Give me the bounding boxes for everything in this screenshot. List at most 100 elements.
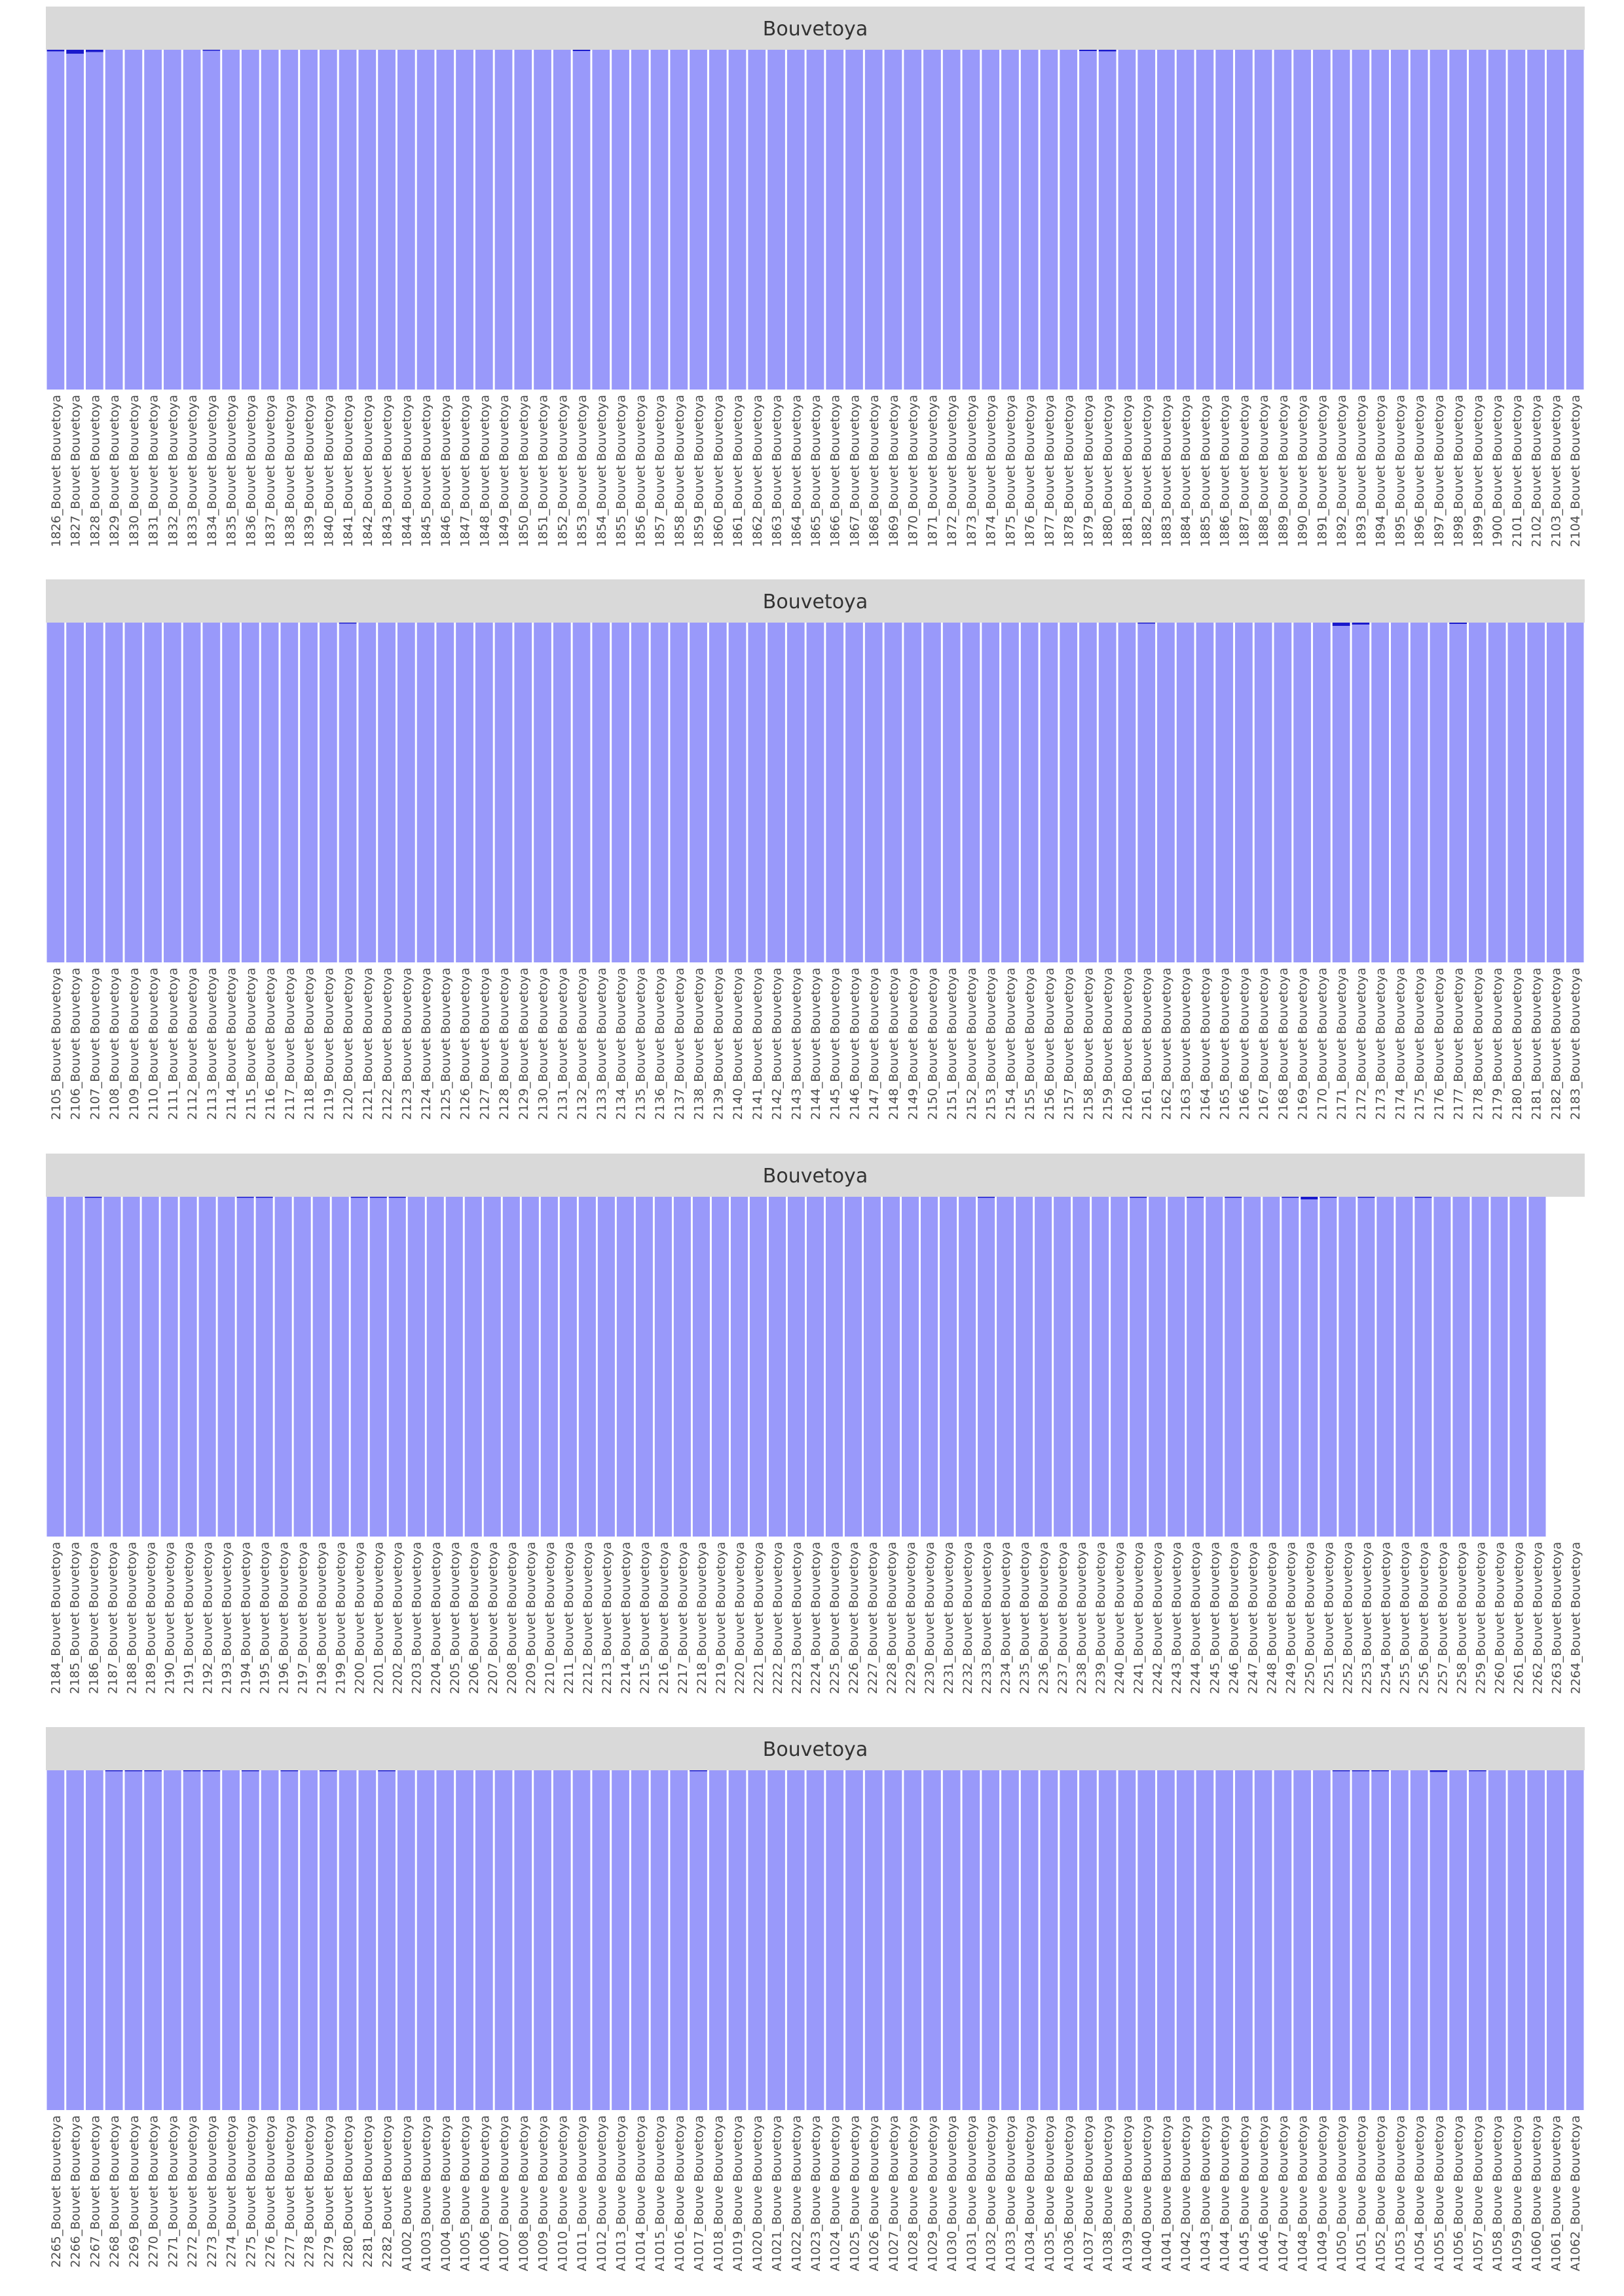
x-tick-label: 2161_Bouvet Bouvetoya (1140, 968, 1154, 1120)
bar-segment-minor (1469, 1770, 1486, 1772)
x-tick-label: 2137_Bouvet Bouvetoya (673, 968, 687, 1120)
bar-segment-major (274, 1197, 292, 1537)
x-tick-label: 2209_Bouvet Bouvetoya (524, 1542, 538, 1694)
x-tick-label: 2177_Bouvet Bouvetoya (1452, 968, 1466, 1120)
bar-segment-minor (319, 1770, 337, 1772)
bar-segment-major (982, 50, 1000, 390)
x-tick-label: 2185_Bouvet Bouvetoya (68, 1542, 83, 1694)
bar-segment-major (1176, 623, 1194, 962)
bar-segment-major (46, 51, 65, 390)
bar-segment-major (1293, 623, 1312, 962)
bar-segment-minor (690, 1770, 707, 1772)
bar-segment-major (902, 1197, 919, 1537)
bar-segment-major (183, 50, 201, 390)
bar-segment-major (767, 1770, 785, 2110)
x-tick-label: 2135_Bouvet Bouvetoya (633, 968, 648, 1120)
x-tick-label: 2201_Bouvet Bouvetoya (372, 1542, 386, 1694)
x-tick-label: 2226_Bouvet Bouvetoya (847, 1542, 861, 1694)
x-tick-label: 2110_Bouvet Bouvetoya (147, 968, 161, 1120)
bar-segment-major (997, 1197, 1014, 1537)
x-tick-label: 1891_Bouvet Bouvetoya (1315, 395, 1329, 547)
bar-segment-major (494, 50, 513, 390)
x-tick-label: 1843_Bouvet Bouvetoya (380, 395, 395, 547)
x-tick-label: 1836_Bouvet Bouvetoya (244, 395, 258, 547)
x-tick-label: 2175_Bouvet Bouvetoya (1412, 968, 1427, 1120)
x-tick-label: 2269_Bouvet Bouvetoya (127, 2115, 141, 2268)
x-tick-label: 1851_Bouvet Bouvetoya (536, 395, 551, 547)
bar-segment-minor (1352, 623, 1370, 625)
bar-segment-major (1157, 623, 1175, 962)
bar-segment-major (730, 1197, 748, 1537)
bar-segment-major (982, 623, 1000, 962)
bar-segment-major (845, 50, 863, 390)
bar-segment-major (1376, 1197, 1394, 1537)
bar-segment-major (163, 623, 181, 962)
bar-segment-major (1371, 1771, 1390, 2110)
bar-segment-major (1079, 1770, 1097, 2110)
x-tick-label: 2181_Bouvet Bouvetoya (1530, 968, 1544, 1120)
bar-segment-major (709, 1770, 727, 2110)
bar-segment-major (904, 50, 922, 390)
x-tick-label: A1027_Bouve Bouvetoya (887, 2115, 901, 2271)
x-tick-label: 1890_Bouvet Bouvetoya (1296, 395, 1310, 547)
bar-segment-major (426, 1197, 444, 1537)
x-tick-label: A1051_Bouve Bouvetoya (1354, 2115, 1369, 2271)
bar-segment-major (46, 623, 65, 962)
bar-segment-major (1235, 623, 1253, 962)
bar-segment-major (1332, 1771, 1350, 2110)
bar-segment-major (378, 1771, 396, 2110)
bar-segment-major (331, 1197, 349, 1537)
x-tick-label: 2259_Bouvet Bouvetoya (1473, 1542, 1488, 1694)
x-tick-label: 1868_Bouvet Bouvetoya (867, 395, 881, 547)
x-tick-label: 1882_Bouvet Bouvetoya (1140, 395, 1154, 547)
bar-segment-minor (1357, 1197, 1375, 1198)
bar-segment-major (940, 1197, 957, 1537)
bar-segment-major (1111, 1197, 1128, 1537)
bar-segment-minor (1332, 1770, 1350, 1772)
bar-segment-major (319, 623, 337, 962)
bar-segment-major (670, 623, 688, 962)
bar-segment-major (202, 623, 221, 962)
x-tick-label: 2184_Bouvet Bouvetoya (49, 1542, 64, 1694)
bar-segment-minor (1225, 1197, 1242, 1198)
x-tick-label: 2183_Bouvet Bouvetoya (1568, 968, 1583, 1120)
x-tick-label: 2237_Bouvet Bouvetoya (1056, 1542, 1070, 1694)
x-tick-label: 2111_Bouvet Bouvetoya (166, 968, 180, 1120)
bar-segment-major (163, 50, 181, 390)
bar-segment-major (572, 1770, 591, 2110)
x-tick-label: 2126_Bouvet Bouvetoya (458, 968, 473, 1120)
x-tick-label: 2204_Bouvet Bouvetoya (429, 1542, 443, 1694)
x-tick-label: 1877_Bouvet Bouvetoya (1043, 395, 1057, 547)
bar-segment-major (502, 1197, 520, 1537)
x-tick-label: 2272_Bouvet Bouvetoya (185, 2115, 200, 2268)
bar-segment-major (241, 623, 259, 962)
x-tick-label: 1844_Bouvet Bouvetoya (399, 395, 414, 547)
bar-segment-major (124, 623, 143, 962)
bar-segment-major (1020, 1770, 1039, 2110)
x-tick-label: 2231_Bouvet Bouvetoya (942, 1542, 956, 1694)
bar-segment-major (826, 50, 844, 390)
bar-segment-minor (236, 1197, 254, 1198)
bar-segment-minor (105, 1770, 123, 1772)
bar-segment-major (122, 1197, 140, 1537)
x-tick-label: 1834_Bouvet Bouvetoya (205, 395, 219, 547)
x-tick-label: 2145_Bouvet Bouvetoya (828, 968, 843, 1120)
structure-panel-3: Bouvetoya 2184_Bouvet Bouvetoya 2185_Bouve… (46, 1154, 1585, 1694)
bar-segment-minor (1187, 1197, 1204, 1198)
x-tick-label: 2198_Bouvet Bouvetoya (315, 1542, 329, 1694)
bar-segment-major (514, 623, 532, 962)
bar-segment-major (1020, 623, 1039, 962)
x-tick-label: A1019_Bouve Bouvetoya (731, 2115, 745, 2271)
x-tick-label: 1863_Bouvet Bouvetoya (770, 395, 784, 547)
bar-segment-major (416, 623, 435, 962)
bar-segment-major (825, 1197, 843, 1537)
x-tick-label: 2115_Bouvet Bouvetoya (244, 968, 258, 1120)
bar-segment-major (1157, 50, 1175, 390)
bar-segment-major (312, 1197, 330, 1537)
x-tick-label: 2264_Bouvet Bouvetoya (1568, 1542, 1583, 1694)
x-tick-label: 2174_Bouvet Bouvetoya (1393, 968, 1407, 1120)
bar-segment-major (748, 50, 766, 390)
bar-segment-major (749, 1197, 767, 1537)
bar-segment-major (1507, 1770, 1526, 2110)
x-tick-label: A1038_Bouve Bouvetoya (1101, 2115, 1115, 2271)
